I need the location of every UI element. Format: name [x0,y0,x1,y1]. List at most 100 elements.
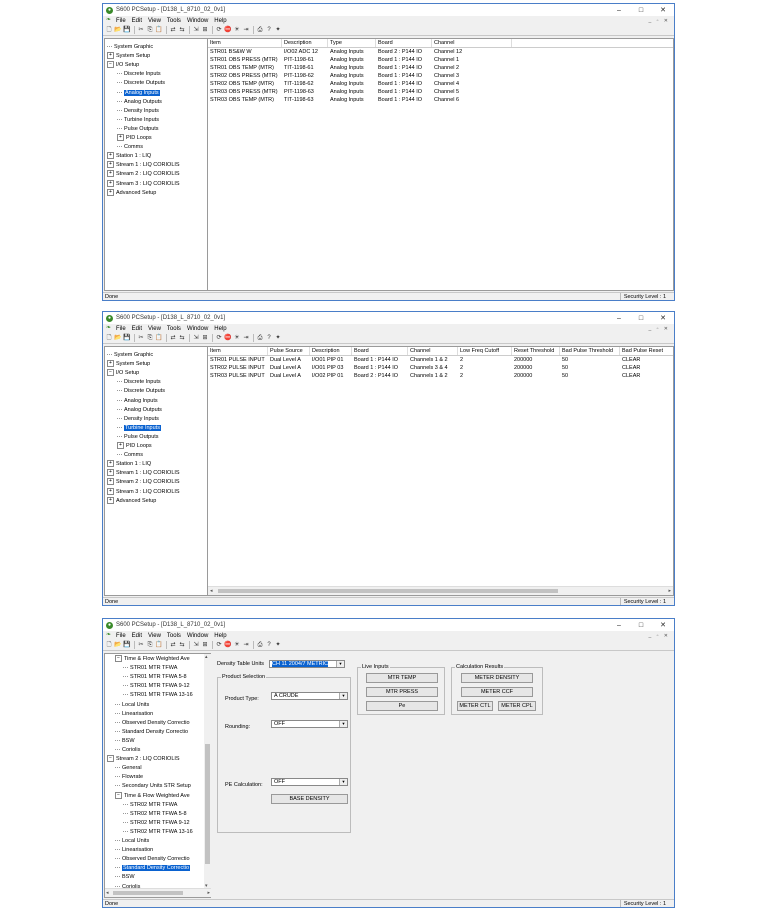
menu-view[interactable]: View [148,326,161,332]
column-header[interactable]: Reset Threshold [512,347,560,355]
pe-button[interactable]: Pe [366,701,438,711]
product-type-select[interactable]: A CRUDE ▼ [271,692,348,700]
scroll-left-icon[interactable]: ◂ [210,588,213,594]
column-header[interactable]: Item [208,39,282,47]
disconnect-icon[interactable]: ⇆ [178,641,186,649]
tree-node[interactable]: Analog Outputs [117,406,162,414]
menu-help[interactable]: Help [214,633,226,639]
column-header[interactable]: Low Freq Cutoff [458,347,512,355]
tree-node[interactable]: Analog Inputs [117,397,158,405]
tree-node[interactable]: + Stream 2 : LIQ CORIOLIS [107,170,180,178]
tree-node[interactable]: Turbine Inputs [117,424,161,432]
tree-node[interactable]: Observed Density Correctio [115,719,190,727]
column-header[interactable]: Item [208,347,268,355]
transfer-icon[interactable]: ⇲ [192,334,200,342]
compare-icon[interactable]: ⊞ [201,334,209,342]
column-header[interactable]: Bad Pulse Threshold [560,347,620,355]
table-row[interactable]: STR02 PULSE INPUT Dual Level A I/O01 PIP 0… [208,364,673,372]
tree-node[interactable]: + Stream 1 : LIQ CORIOLIS [107,469,180,477]
disconnect-icon[interactable]: ⇆ [178,26,186,34]
tree-node[interactable]: Analog Outputs [117,98,162,106]
table-row[interactable]: STR03 OBS PRESS (MTR) PIT-1198-63 Analog I… [208,88,512,96]
cut-icon[interactable]: ✂ [137,641,145,649]
tree-node[interactable]: Standard Density Correctio [115,864,191,872]
menu-file[interactable]: File [116,633,126,639]
bulb-icon[interactable]: ☀ [233,641,241,649]
table-row[interactable]: STR01 OBS TEMP (MTR) TIT-1198-61 Analog In… [208,64,512,72]
tree-node[interactable]: Local Units [115,837,149,845]
sync-icon[interactable]: ⇥ [242,641,250,649]
menu-help[interactable]: Help [214,326,226,332]
expand-icon[interactable]: + [107,152,114,160]
refresh-icon[interactable]: ⟳ [215,334,223,342]
tree-node[interactable]: − I/O Setup [107,369,139,377]
minimize-icon[interactable]: – [608,622,630,629]
scroll-thumb[interactable] [113,891,183,895]
about-icon[interactable]: ✦ [274,641,282,649]
tree-node[interactable]: System Graphic [107,351,153,359]
new-icon[interactable]: 🗋 [105,26,113,34]
new-icon[interactable]: 🗋 [105,334,113,342]
tree-node[interactable]: STR02 MTR TFWA 9-12 [123,819,190,827]
meter-density-button[interactable]: METER DENSITY [461,673,533,683]
scroll-up-icon[interactable]: ▴ [205,654,208,660]
expand-icon[interactable]: + [107,179,114,187]
column-header[interactable]: Description [310,347,352,355]
column-header[interactable]: Channel [432,39,512,47]
horizontal-scrollbar[interactable]: ◂ ▸ [208,586,673,595]
stop-icon[interactable]: ⛔ [224,334,232,342]
menu-edit[interactable]: Edit [132,326,142,332]
tree-node[interactable]: Observed Density Correctio [115,855,190,863]
table-row[interactable]: STR03 PULSE INPUT Dual Level A I/O02 PIP 0… [208,372,673,380]
about-icon[interactable]: ✦ [274,26,282,34]
table-row[interactable]: STR01 BS&W W I/O02 ADC 12 Analog Inputs Boa… [208,48,512,56]
tree-node[interactable]: − Time & Flow Weighted Ave [115,791,190,800]
compare-icon[interactable]: ⊞ [201,641,209,649]
help-icon[interactable]: ? [265,26,273,34]
expand-icon[interactable]: + [107,469,114,477]
tree-node[interactable]: STR02 MTR TFWA 5-8 [123,810,187,818]
maximize-icon[interactable]: □ [630,7,652,14]
menu-file[interactable]: File [116,326,126,332]
expand-icon[interactable]: + [107,170,114,178]
collapse-icon[interactable]: − [107,755,114,763]
column-header[interactable]: Type [328,39,376,47]
menu-view[interactable]: View [148,18,161,24]
cut-icon[interactable]: ✂ [137,26,145,34]
print-icon[interactable]: ⎙ [256,26,264,34]
table-row[interactable]: STR01 PULSE INPUT Dual Level A I/O01 PIP 0… [208,356,673,364]
expand-icon[interactable]: + [117,442,124,450]
maximize-icon[interactable]: □ [630,315,652,322]
collapse-icon[interactable]: − [107,369,114,377]
tree-node[interactable]: Discrete Inputs [117,70,161,78]
refresh-icon[interactable]: ⟳ [215,641,223,649]
help-icon[interactable]: ? [265,641,273,649]
meter-ccf-button[interactable]: METER CCF [461,687,533,697]
scroll-left-icon[interactable]: ◂ [106,890,109,896]
tree-node[interactable]: + PID Loops [117,442,152,450]
paste-icon[interactable]: 📋 [155,26,163,34]
chevron-down-icon[interactable]: ▼ [336,661,344,667]
tree-node[interactable]: − I/O Setup [107,61,139,69]
tree-node[interactable]: Secondary Units STR Setup [115,782,191,790]
save-icon[interactable]: 💾 [123,641,131,649]
tree-node[interactable]: Pulse Outputs [117,125,159,133]
tree-node[interactable]: BSW [115,737,135,745]
tree-node[interactable]: Comms [117,143,143,151]
connect-icon[interactable]: ⇄ [169,334,177,342]
column-header[interactable]: Pulse Source [268,347,310,355]
mdi-controls-icon[interactable]: _ ▫ ✕ [648,18,670,24]
tree-node[interactable]: Density Inputs [117,107,159,115]
scroll-thumb[interactable] [218,589,558,593]
tree-node[interactable]: STR01 MTR TFWA 5-8 [123,673,187,681]
column-header[interactable]: Channel [408,347,458,355]
mdi-controls-icon[interactable]: _ ▫ ✕ [648,326,670,332]
tree-node[interactable]: + Advanced Setup [107,188,156,197]
expand-icon[interactable]: + [107,478,114,486]
tree-node[interactable]: Discrete Outputs [117,79,165,87]
close-icon[interactable]: ✕ [652,621,674,629]
expand-icon[interactable]: + [107,161,114,169]
tree-node[interactable]: + Stream 3 : LIQ CORIOLIS [107,179,180,188]
menu-window[interactable]: Window [187,18,208,24]
chevron-down-icon[interactable]: ▼ [339,779,347,785]
